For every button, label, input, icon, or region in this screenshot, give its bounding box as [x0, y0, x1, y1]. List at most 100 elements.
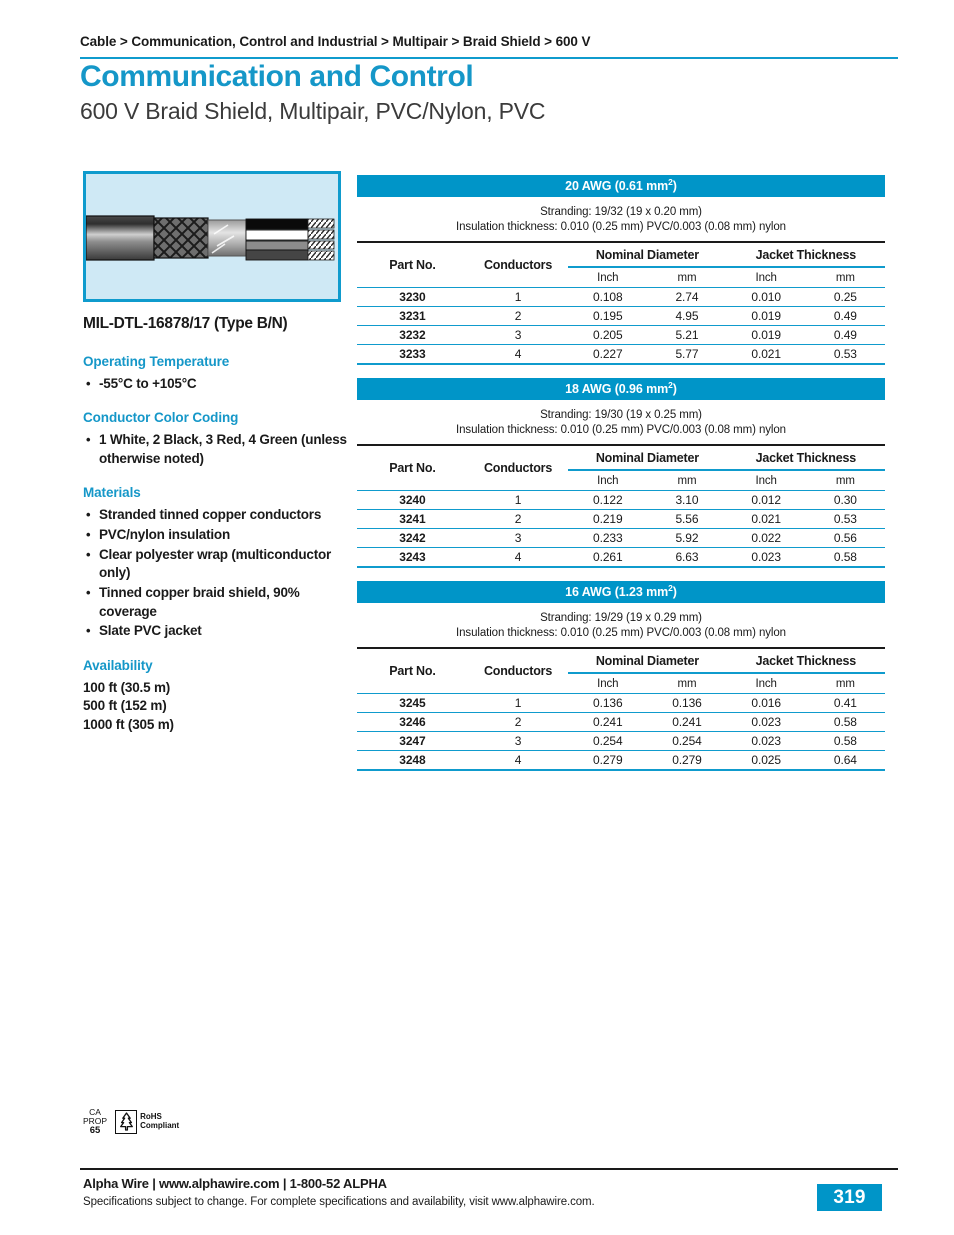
column-header-nominal-diameter: Nominal Diameter [568, 647, 727, 675]
cell-jkt-mm: 0.53 [805, 509, 885, 529]
rohs-box [115, 1109, 138, 1134]
spec-table: Part No. Conductors Nominal Diameter Jac… [357, 647, 885, 773]
awg-table-20: 20 AWG (0.61 mm2) Stranding: 19/32 (19 x… [357, 175, 885, 367]
column-header-jacket-thickness: Jacket Thickness [726, 647, 885, 675]
cell-od-inch: 0.233 [568, 528, 648, 548]
footer-company-line[interactable]: Alpha Wire | www.alphawire.com | 1-800-5… [83, 1176, 387, 1191]
column-header-conductors: Conductors [467, 444, 569, 491]
table-title-tail: ) [672, 585, 677, 599]
ca-prop-line-3: 65 [89, 1124, 101, 1136]
table-row: 3232 3 0.205 5.21 0.019 0.49 [357, 325, 885, 345]
cell-part-no: 3230 [357, 287, 468, 307]
cell-part-no: 3248 [357, 750, 468, 771]
stranded-conductor-tips [307, 218, 335, 261]
cell-jkt-mm: 0.41 [805, 693, 885, 713]
insulation-note: Insulation thickness: 0.010 (0.25 mm) PV… [456, 627, 786, 640]
cell-od-mm: 0.136 [647, 693, 727, 713]
cell-od-mm: 5.77 [647, 344, 727, 365]
list-item: -55°C to +105°C [83, 375, 359, 394]
section-heading: Materials [83, 485, 141, 501]
spec-table: Part No. Conductors Nominal Diameter Jac… [357, 241, 885, 367]
cell-jkt-inch: 0.023 [726, 731, 806, 751]
table-bottom-rule [357, 566, 885, 570]
cell-part-no: 3233 [357, 344, 468, 365]
cell-od-inch: 0.136 [568, 693, 648, 713]
cell-jkt-inch: 0.025 [726, 750, 806, 771]
cell-od-mm: 0.241 [647, 712, 727, 732]
stranding-note: Stranding: 19/29 (19 x 0.29 mm) [540, 612, 702, 624]
column-header-od-mm: mm [677, 474, 697, 487]
column-header-jkt-inch: Inch [755, 271, 777, 284]
section-conductor-color-coding: Conductor Color Coding 1 White, 2 Black,… [83, 410, 359, 468]
column-header-od-inch: Inch [597, 474, 619, 487]
cell-jkt-inch: 0.019 [726, 306, 806, 326]
cell-od-mm: 5.92 [647, 528, 727, 548]
table-title: 16 AWG (1.23 mm2) [357, 581, 885, 603]
cell-part-no: 3231 [357, 306, 468, 326]
section-availability: Availability 100 ft (30.5 m) 500 ft (152… [83, 658, 359, 735]
cable-diagram [86, 215, 335, 261]
rohs-line-2: Compliant [140, 1120, 180, 1130]
column-header-jkt-mm: mm [835, 271, 855, 284]
cell-jkt-mm: 0.25 [805, 287, 885, 307]
column-header-od-mm: mm [677, 271, 697, 284]
footer-disclaimer: Specifications subject to change. For co… [83, 1196, 595, 1208]
cell-conductors: 1 [467, 693, 569, 713]
compliance-badges: CA PROP 65 RoHS Compliant [83, 1108, 179, 1136]
table-row: 3241 2 0.219 5.56 0.021 0.53 [357, 509, 885, 529]
rohs-badge: RoHS Compliant [115, 1109, 180, 1134]
table-row: 3230 1 0.108 2.74 0.010 0.25 [357, 287, 885, 307]
table-title-tail: ) [672, 382, 677, 396]
cell-jkt-mm: 0.64 [805, 750, 885, 771]
section-operating-temperature: Operating Temperature -55°C to +105°C [83, 354, 359, 394]
table-notes: Stranding: 19/32 (19 x 0.20 mm) Insulati… [357, 197, 885, 241]
section-list: 1 White, 2 Black, 3 Red, 4 Green (unless… [83, 431, 359, 468]
section-heading: Conductor Color Coding [83, 410, 239, 426]
column-header-part-no: Part No. [357, 241, 468, 288]
table-row: 3233 4 0.227 5.77 0.021 0.53 [357, 344, 885, 365]
cell-conductors: 4 [467, 750, 569, 771]
cell-jkt-inch: 0.010 [726, 287, 806, 307]
table-group-header-row: Part No. Conductors Nominal Diameter Jac… [357, 444, 885, 491]
cell-part-no: 3245 [357, 693, 468, 713]
cell-jkt-inch: 0.023 [726, 712, 806, 732]
availability-line: 100 ft (30.5 m) [83, 679, 171, 695]
specifications-column: MIL-DTL-16878/17 (Type B/N) Operating Te… [83, 315, 359, 735]
column-header-part-no: Part No. [357, 647, 468, 694]
cell-part-no: 3241 [357, 509, 468, 529]
column-header-nominal-diameter: Nominal Diameter [568, 444, 727, 472]
column-header-jkt-mm: mm [835, 677, 855, 690]
table-bottom-rule [357, 769, 885, 773]
cell-od-mm: 5.21 [647, 325, 727, 345]
insulation-note: Insulation thickness: 0.010 (0.25 mm) PV… [456, 424, 786, 437]
table-title: 18 AWG (0.96 mm2) [357, 378, 885, 400]
cell-od-mm: 2.74 [647, 287, 727, 307]
page-subtitle: 600 V Braid Shield, Multipair, PVC/Nylon… [80, 98, 546, 124]
cell-part-no: 3242 [357, 528, 468, 548]
datasheet-page: Cable > Communication, Control and Indus… [80, 0, 898, 1235]
list-item: Tinned copper braid shield, 90% coverage [83, 584, 359, 621]
column-header-jkt-mm: mm [835, 474, 855, 487]
page-number-badge: 319 [817, 1184, 882, 1211]
rohs-label: RoHS Compliant [140, 1112, 180, 1131]
cell-jkt-inch: 0.022 [726, 528, 806, 548]
awg-table-16: 16 AWG (1.23 mm2) Stranding: 19/29 (19 x… [357, 581, 885, 773]
table-title-text: 20 AWG (0.61 mm [565, 179, 669, 193]
availability-line: 1000 ft (305 m) [83, 717, 174, 733]
list-item: PVC/nylon insulation [83, 526, 359, 545]
column-header-od-inch: Inch [597, 677, 619, 690]
table-title: 20 AWG (0.61 mm2) [357, 175, 885, 197]
column-header-conductors: Conductors [467, 647, 569, 694]
table-row: 3246 2 0.241 0.241 0.023 0.58 [357, 712, 885, 732]
cell-conductors: 2 [467, 509, 569, 529]
cell-jkt-mm: 0.49 [805, 325, 885, 345]
table-bottom-rule [357, 363, 885, 367]
cell-od-inch: 0.261 [568, 547, 648, 568]
breadcrumb[interactable]: Cable > Communication, Control and Indus… [80, 34, 590, 49]
cell-jkt-mm: 0.58 [805, 547, 885, 568]
cell-jkt-inch: 0.016 [726, 693, 806, 713]
cell-conductors: 1 [467, 287, 569, 307]
section-list: Stranded tinned copper conductors PVC/ny… [83, 506, 359, 640]
cell-jkt-mm: 0.58 [805, 731, 885, 751]
footer-divider [80, 1168, 898, 1170]
